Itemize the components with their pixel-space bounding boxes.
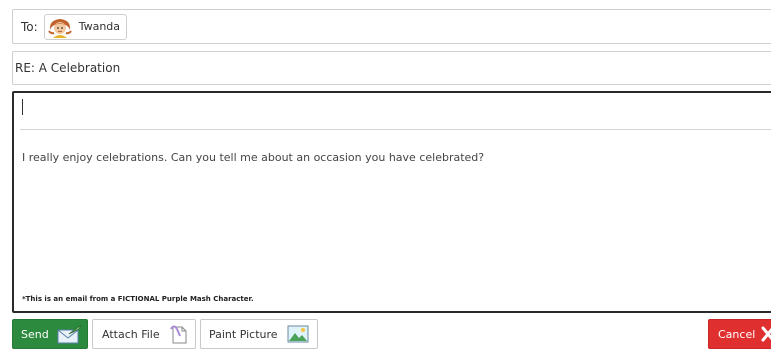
quoted-message: I really enjoy celebrations. Can you tel… bbox=[22, 151, 485, 164]
send-button[interactable]: Send bbox=[12, 319, 88, 349]
reply-divider bbox=[20, 129, 771, 130]
picture-icon bbox=[287, 325, 309, 343]
paint-picture-button[interactable]: Paint Picture bbox=[200, 319, 318, 349]
send-envelope-icon bbox=[57, 324, 82, 344]
fictional-disclaimer: *This is an email from a FICTIONAL Purpl… bbox=[22, 295, 254, 303]
girl-avatar-icon bbox=[47, 18, 72, 38]
send-label: Send bbox=[21, 327, 49, 341]
cancel-label: Cancel bbox=[718, 327, 756, 341]
cancel-button[interactable]: Cancel bbox=[708, 319, 771, 349]
attach-label: Attach File bbox=[102, 327, 160, 341]
close-icon bbox=[761, 326, 771, 342]
subject-field[interactable]: RE: A Celebration bbox=[12, 51, 771, 85]
recipient-chip[interactable]: Twanda bbox=[43, 13, 128, 40]
to-label: To: bbox=[21, 19, 38, 34]
message-body[interactable]: I really enjoy celebrations. Can you tel… bbox=[12, 91, 771, 313]
attach-file-button[interactable]: Attach File bbox=[92, 319, 196, 349]
paint-label: Paint Picture bbox=[209, 327, 278, 341]
reply-text-area[interactable] bbox=[14, 93, 771, 128]
subject-text: RE: A Celebration bbox=[15, 61, 121, 75]
text-caret bbox=[22, 99, 23, 115]
recipient-name: Twanda bbox=[78, 20, 121, 33]
to-field[interactable]: To: Twanda bbox=[12, 9, 771, 44]
paperclip-document-icon bbox=[169, 325, 187, 344]
